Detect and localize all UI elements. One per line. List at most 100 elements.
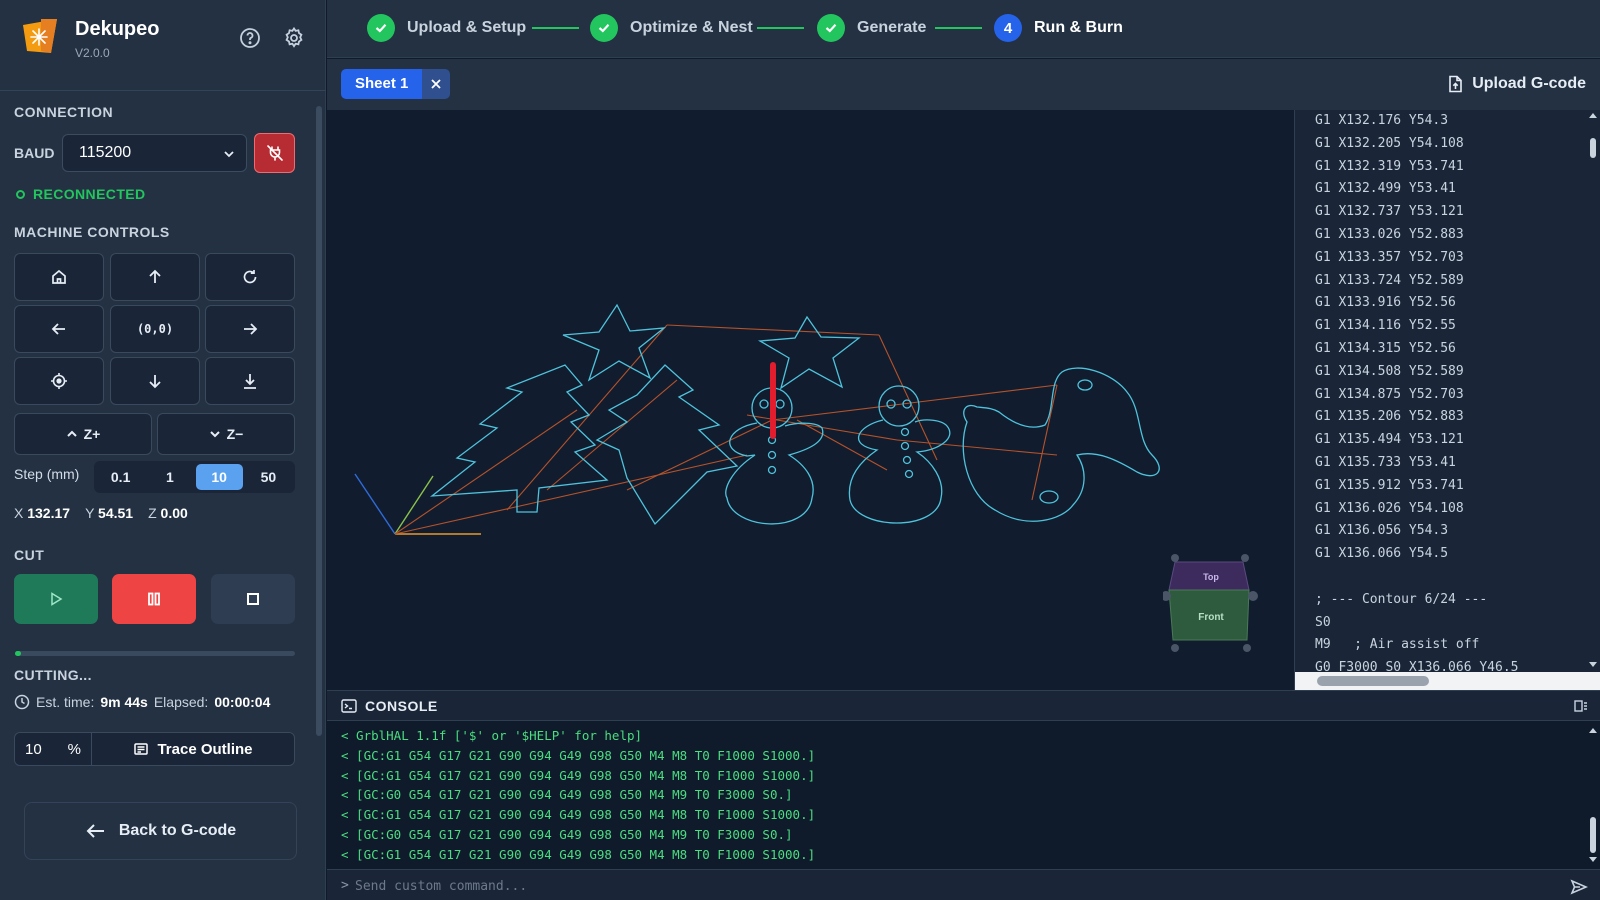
sidebar: Dekupeo V2.0.0 CONNECTION BAUD 115200 RE… [0, 0, 326, 900]
close-icon[interactable] [422, 69, 451, 99]
step-connector [532, 27, 579, 29]
home-icon [52, 269, 66, 284]
connection-status: RECONNECTED [16, 186, 146, 202]
status-dot-icon [16, 189, 25, 199]
step-option-50[interactable]: 50 [245, 464, 292, 490]
cube-front-label[interactable]: Front [1198, 612, 1224, 623]
gcode-line: G1 X133.724 Y52.589 [1315, 272, 1464, 288]
gcode-lines: G1 X132.176 Y54.3 G1 X132.205 Y54.108 G1 X… [1315, 110, 1519, 680]
locate-button[interactable] [14, 357, 104, 405]
start-button[interactable] [14, 574, 98, 624]
jog-down-button[interactable] [110, 357, 200, 405]
help-icon[interactable] [238, 26, 262, 50]
set-origin-button[interactable]: (0,0) [110, 305, 200, 353]
elapsed-value: 00:00:04 [214, 694, 271, 710]
gcode-panel[interactable]: G1 X132.176 Y54.3 G1 X132.205 Y54.108 G1 X… [1294, 110, 1600, 690]
gcode-line: G1 X133.026 Y52.883 [1315, 226, 1464, 242]
step-upload-setup[interactable]: Upload & Setup [367, 14, 526, 42]
trace-power-input[interactable]: 10 % [15, 733, 92, 765]
brand-header: Dekupeo V2.0.0 [0, 0, 326, 91]
star-contour [562, 303, 667, 382]
gcode-line: G1 X134.116 Y52.55 [1315, 318, 1456, 334]
z-plus-label: Z+ [83, 426, 101, 442]
reset-button[interactable] [205, 253, 295, 301]
sheet-tab-label[interactable]: Sheet 1 [341, 69, 423, 99]
gcode-line: G1 X133.357 Y52.703 [1315, 249, 1464, 265]
back-to-gcode-button[interactable]: Back to G-code [24, 802, 297, 860]
app-version: V2.0.0 [75, 46, 110, 60]
console-scrollbar[interactable] [1588, 725, 1598, 865]
step-connector [935, 27, 982, 29]
probe-button[interactable] [205, 357, 295, 405]
position-readout: X 132.17 Y 54.51 Z 0.00 [14, 505, 188, 521]
disconnect-button[interactable] [254, 133, 295, 173]
gcode-line: M9 ; Air assist off [1315, 637, 1480, 653]
console-panel: CONSOLE < GrblHAL 1.1f ['$' or '$HELP' f… [327, 690, 1600, 900]
gcode-line: G1 X136.066 Y54.5 [1315, 546, 1449, 562]
sidebar-scroll-thumb[interactable] [316, 106, 322, 736]
gcode-horizontal-scrollbar[interactable] [1295, 672, 1600, 690]
workflow-stepper: Upload & Setup Optimize & Nest Generate … [327, 0, 1600, 58]
step-option-0.1[interactable]: 0.1 [97, 464, 144, 490]
stop-button[interactable] [211, 574, 295, 624]
mitten-contour [962, 367, 1160, 522]
chevron-up-icon [66, 430, 77, 437]
arrow-down-icon [149, 375, 161, 389]
pause-button[interactable] [112, 574, 196, 624]
step-generate[interactable]: Generate [817, 14, 926, 42]
baud-value: 115200 [79, 144, 132, 161]
orientation-cube[interactable]: Top Front [1161, 550, 1259, 654]
toolpath-viewer[interactable]: Top Front [327, 110, 1294, 690]
step-size-selector: 0.1 1 10 50 [94, 461, 295, 493]
baud-select[interactable]: 115200 [62, 134, 247, 172]
play-icon [51, 592, 63, 606]
crosshair-icon [51, 373, 67, 389]
app-name: Dekupeo [75, 18, 160, 40]
cube-top-label[interactable]: Top [1203, 572, 1219, 582]
est-value: 9m 44s [100, 694, 148, 710]
trace-row: 10 % Trace Outline [14, 732, 295, 766]
step-option-1[interactable]: 1 [146, 464, 193, 490]
chevron-down-icon [224, 151, 234, 158]
toolpath-canvas [354, 303, 1160, 535]
step-run-burn[interactable]: 4 Run & Burn [994, 14, 1123, 42]
time-row: Est. time: 9m 44s Elapsed: 00:00:04 [14, 694, 270, 710]
arrow-left-icon [51, 323, 65, 335]
sidebar-scrollbar[interactable] [316, 96, 322, 766]
upload-gcode-button[interactable]: Upload G-code [1446, 75, 1586, 93]
z-minus-button[interactable]: Z− [157, 413, 295, 455]
arrow-right-icon [244, 323, 258, 335]
trace-outline-button[interactable]: Trace Outline [92, 733, 294, 765]
jog-right-button[interactable] [205, 305, 295, 353]
snowman-eye [759, 399, 769, 409]
gcode-hscroll-thumb[interactable] [1317, 676, 1429, 686]
y-axis-line [394, 475, 434, 535]
gcode-line: S0 [1315, 614, 1331, 630]
gcode-line: G1 X133.916 Y52.56 [1315, 295, 1456, 311]
status-text: RECONNECTED [33, 186, 146, 202]
trace-outline-label: Trace Outline [157, 740, 253, 758]
console-log: < GrblHAL 1.1f ['$' or '$HELP' for help]… [341, 726, 815, 865]
cut-progress-bar [15, 651, 295, 656]
tab-sheet-1[interactable]: Sheet 1 [341, 69, 451, 99]
step-optimize-nest[interactable]: Optimize & Nest [590, 14, 753, 42]
jog-left-button[interactable] [14, 305, 104, 353]
stop-icon [247, 593, 259, 605]
step-option-10[interactable]: 10 [195, 464, 243, 490]
home-button[interactable] [14, 253, 104, 301]
check-icon [590, 14, 618, 42]
expand-icon[interactable] [1574, 699, 1588, 713]
arrow-up-icon [149, 269, 161, 283]
command-input[interactable] [355, 875, 1535, 897]
z-minus-label: Z− [226, 426, 244, 442]
machine-controls-title: MACHINE CONTROLS [14, 224, 170, 240]
send-icon[interactable] [1570, 878, 1588, 896]
step-label: Upload & Setup [407, 19, 527, 36]
trace-power-value: 10 [25, 740, 42, 758]
chevron-down-icon [209, 431, 220, 438]
console-line: < [GC:G1 G54 G17 G21 G90 G94 G49 G98 G50… [341, 767, 816, 783]
gear-icon[interactable] [282, 26, 306, 50]
z-plus-button[interactable]: Z+ [14, 413, 152, 455]
gcode-vertical-scrollbar[interactable] [1588, 110, 1598, 670]
jog-up-button[interactable] [110, 253, 200, 301]
